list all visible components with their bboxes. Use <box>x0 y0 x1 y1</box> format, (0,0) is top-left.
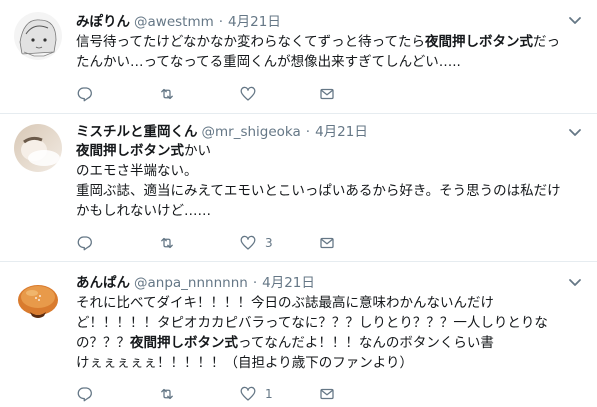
tweet-actions: 3 <box>76 233 376 253</box>
timeline: みぽりん @awestmm · 4月21日 信号待ってたけどなかなか変わらなくて… <box>0 0 597 407</box>
tweet-text: 夜間押しボタン式かい のエモさ半端ない。 重岡ぶ誌、適当にみえてエモいとこいっぱ… <box>76 141 581 221</box>
tweet-text-line: 重岡ぶ誌、適当にみえてエモいとこいっぱいあるから好き。そう思うのは私だけ <box>76 183 561 199</box>
tweet-text-line: の？？？夜間押しボタン式ってなんだよ！！！なんのボタンくらい書 <box>76 335 494 351</box>
envelope-icon <box>320 388 334 400</box>
tweet-text-line: のエモさ半端ない。 <box>76 163 198 179</box>
display-name[interactable]: あんぱん <box>76 271 130 291</box>
tweet-text-line: かもしれないけど…… <box>76 203 211 219</box>
tweet-header: みぽりん @awestmm · 4月21日 <box>76 10 281 30</box>
like-count: 3 <box>265 236 273 250</box>
username[interactable]: @awestmm <box>134 14 214 30</box>
separator: · <box>252 275 258 291</box>
username[interactable]: @anpa_nnnnnnn <box>134 275 248 291</box>
reply-button[interactable] <box>76 84 102 104</box>
timestamp[interactable]: 4月21日 <box>315 120 368 140</box>
separator: · <box>218 14 224 30</box>
reply-button[interactable] <box>76 233 102 253</box>
like-button[interactable]: 1 <box>239 384 273 404</box>
reply-icon <box>77 236 92 251</box>
retweet-button[interactable] <box>158 233 184 253</box>
tweet-text-line: それに比べてダイキ！！！！今日のぶ誌最高に意味わかんないんだけ <box>76 295 494 311</box>
tweet-text-line: 夜間押しボタン式かい <box>76 143 211 159</box>
retweet-button[interactable] <box>158 384 184 404</box>
heart-icon <box>240 86 256 101</box>
chevron-down-icon[interactable] <box>567 12 583 28</box>
heart-icon <box>240 386 256 401</box>
tweet-header: あんぱん @anpa_nnnnnnn · 4月21日 <box>76 271 315 291</box>
retweet-button[interactable] <box>158 84 184 104</box>
separator: · <box>305 124 311 140</box>
tweet[interactable]: みぽりん @awestmm · 4月21日 信号待ってたけどなかなか変わらなくて… <box>0 0 597 114</box>
reply-button[interactable] <box>76 384 102 404</box>
tweet-text: 信号待ってたけどなかなか変わらなくてずっと待ってたら夜間押しボタン式だっ たんか… <box>76 32 581 72</box>
display-name[interactable]: ミスチルと重岡くん <box>76 120 198 140</box>
heart-icon <box>240 235 256 250</box>
retweet-icon <box>161 237 173 249</box>
chevron-down-icon[interactable] <box>567 124 583 140</box>
reply-icon <box>77 87 92 102</box>
display-name[interactable]: みぽりん <box>76 10 130 30</box>
like-count: 1 <box>265 387 273 401</box>
avatar[interactable] <box>14 274 62 322</box>
retweet-icon <box>161 388 173 400</box>
direct-message-button[interactable] <box>318 384 336 404</box>
like-button[interactable]: 3 <box>239 233 273 253</box>
tweet[interactable]: あんぱん @anpa_nnnnnnn · 4月21日 それに比べてダイキ！！！！… <box>0 262 597 407</box>
tweet-text-line: けぇぇぇぇぇ！！！！！（自担より歳下のファンより） <box>76 355 413 371</box>
direct-message-button[interactable] <box>318 84 336 104</box>
timestamp[interactable]: 4月21日 <box>228 10 281 30</box>
direct-message-button[interactable] <box>318 233 336 253</box>
avatar[interactable] <box>14 12 62 60</box>
envelope-icon <box>320 237 334 249</box>
like-button[interactable] <box>239 84 265 104</box>
tweet-text: それに比べてダイキ！！！！今日のぶ誌最高に意味わかんないんだけ ど！！！！！タピ… <box>76 293 581 373</box>
timestamp[interactable]: 4月21日 <box>262 271 315 291</box>
envelope-icon <box>320 88 334 100</box>
tweet-actions: 1 <box>76 384 376 404</box>
tweet-text-line: ど！！！！！タピオカカピバラってなに？？？しりとり？？？一人しりとりな <box>76 315 548 331</box>
chevron-down-icon[interactable] <box>567 274 583 290</box>
tweet-header: ミスチルと重岡くん @mr_shigeoka · 4月21日 <box>76 120 368 140</box>
username[interactable]: @mr_shigeoka <box>202 124 301 140</box>
avatar[interactable] <box>14 124 62 172</box>
reply-icon <box>77 387 92 402</box>
tweet[interactable]: ミスチルと重岡くん @mr_shigeoka · 4月21日 夜間押しボタン式か… <box>0 114 597 262</box>
tweet-text-line: たんかい…ってなってる重岡くんが想像出来すぎてしんどい….. <box>76 54 461 70</box>
tweet-actions <box>76 84 376 104</box>
tweet-text-line: 信号待ってたけどなかなか変わらなくてずっと待ってたら夜間押しボタン式だっ <box>76 34 560 50</box>
retweet-icon <box>161 88 173 100</box>
